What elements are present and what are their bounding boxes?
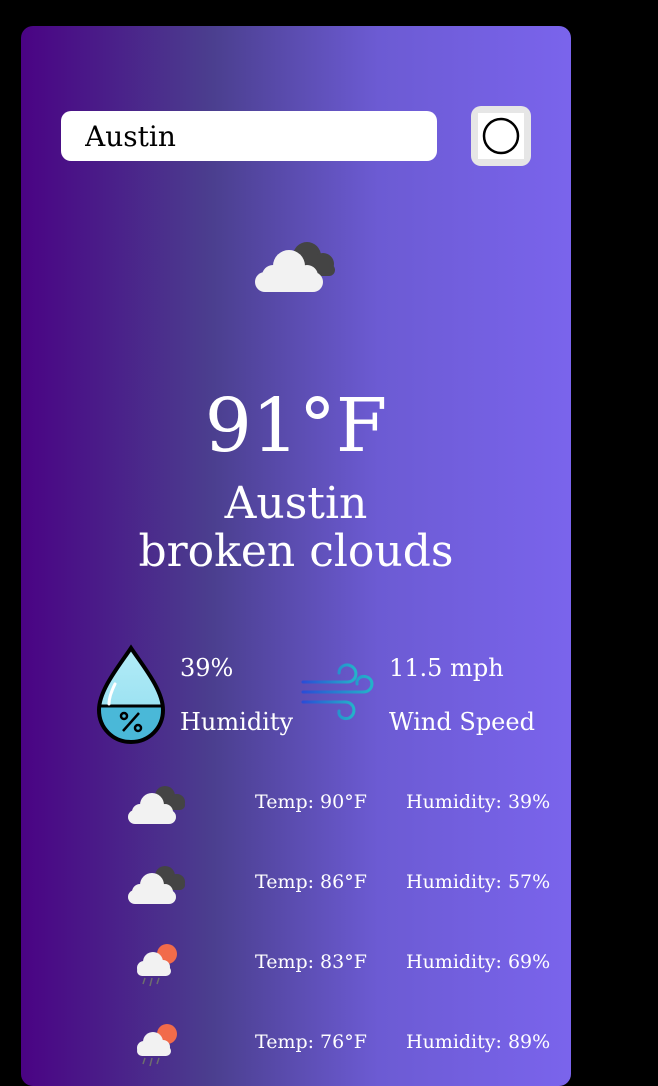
forecast-temp: Temp: 83°F (255, 951, 367, 973)
city-name: Austin (224, 478, 368, 529)
current-temperature: 91°F (204, 383, 388, 469)
weather-card: 91°F Austin broken clouds 39% Humidity (21, 26, 571, 1086)
forecast-row: Temp: 76°F Humidity: 89% (21, 1018, 571, 1078)
wind-speed-value: 11.5 mph (389, 654, 504, 682)
forecast-temp: Temp: 90°F (255, 791, 367, 813)
forecast-row: Temp: 83°F Humidity: 69% (21, 938, 571, 998)
forecast-temp: Temp: 86°F (255, 871, 367, 893)
forecast-temp: Temp: 76°F (255, 1031, 367, 1053)
broken-clouds-icon (128, 866, 185, 904)
humidity-value: 39% (180, 654, 234, 682)
city-search-input[interactable] (61, 111, 437, 161)
forecast-row: Temp: 90°F Humidity: 39% (21, 778, 571, 838)
search-button[interactable] (471, 106, 531, 166)
humidity-drop-icon (96, 644, 166, 745)
broken-clouds-icon (255, 242, 335, 292)
wind-speed-label: Wind Speed (389, 708, 535, 736)
search-icon (482, 117, 520, 155)
sun-rain-cloud-icon (137, 1024, 177, 1067)
wind-icon (301, 663, 374, 720)
forecast-row: Temp: 86°F Humidity: 57% (21, 858, 571, 918)
humidity-label: Humidity (180, 708, 294, 736)
forecast-humidity: Humidity: 89% (406, 1031, 551, 1053)
forecast-humidity: Humidity: 57% (406, 871, 551, 893)
sun-rain-cloud-icon (137, 944, 177, 987)
search-button-face (478, 113, 524, 159)
forecast-humidity: Humidity: 69% (406, 951, 551, 973)
weather-description: broken clouds (138, 526, 454, 577)
forecast-humidity: Humidity: 39% (406, 791, 551, 813)
broken-clouds-icon (128, 786, 185, 824)
